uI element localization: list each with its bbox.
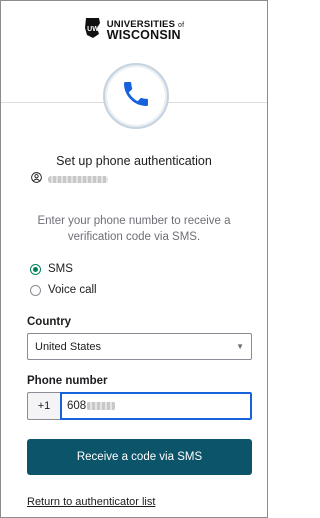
phone-label: Phone number xyxy=(27,375,108,387)
phone-number-value: 608 xyxy=(67,400,87,412)
return-to-list-link[interactable]: Return to authenticator list xyxy=(27,496,155,508)
brand-line-2: WISCONSIN xyxy=(106,28,181,42)
phone-number-redacted xyxy=(87,402,116,410)
identifier-redacted xyxy=(48,175,108,183)
instructions-text: Enter your phone number to receive a ver… xyxy=(37,215,231,243)
country-select[interactable]: United States ▼ xyxy=(27,333,252,360)
voice-radio[interactable] xyxy=(30,284,41,296)
svg-text:UW: UW xyxy=(87,26,99,33)
factor-badge xyxy=(103,63,169,129)
user-icon xyxy=(31,170,42,188)
country-label: Country xyxy=(27,316,72,328)
country-code-prefix: +1 xyxy=(27,392,60,420)
uw-logo-icon: UW xyxy=(84,17,102,44)
chevron-down-icon: ▼ xyxy=(236,342,244,351)
phone-field-group: +1 608 xyxy=(27,392,252,420)
receive-code-button[interactable]: Receive a code via SMS xyxy=(27,439,252,475)
method-voice-option[interactable]: Voice call xyxy=(30,284,97,296)
sms-radio[interactable] xyxy=(30,263,41,275)
page-title: Set up phone authentication xyxy=(56,154,212,168)
sms-label: SMS xyxy=(48,263,73,275)
method-sms-option[interactable]: SMS xyxy=(30,263,73,275)
phone-icon xyxy=(120,78,152,115)
phone-number-input[interactable]: 608 xyxy=(60,392,252,420)
brand-header: UW UNIVERSITIES of WISCONSIN xyxy=(1,17,267,44)
country-value: United States xyxy=(35,340,102,353)
voice-label: Voice call xyxy=(48,284,97,296)
user-identifier xyxy=(31,170,108,188)
auth-card: UW UNIVERSITIES of WISCONSIN Set up phon… xyxy=(0,0,268,518)
